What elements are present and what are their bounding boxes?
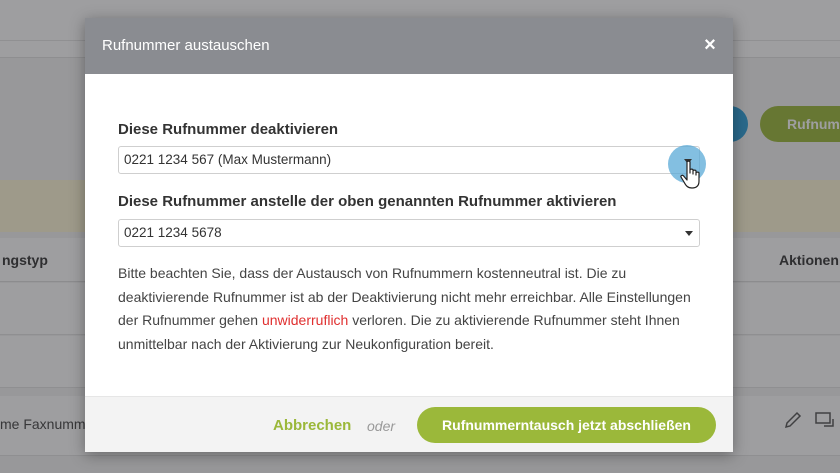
dialog-footer: Abbrechen oder Rufnummerntausch jetzt ab… bbox=[85, 396, 733, 452]
deactivate-label: Diese Rufnummer deaktivieren bbox=[118, 121, 339, 138]
close-icon[interactable]: × bbox=[699, 34, 721, 56]
chevron-down-icon bbox=[685, 231, 693, 236]
activate-number-select[interactable]: 0221 1234 5678 bbox=[118, 219, 700, 247]
or-separator: oder bbox=[367, 418, 396, 434]
dialog-header: Rufnummer austauschen × bbox=[85, 18, 733, 74]
deactivate-number-value: 0221 1234 567 (Max Mustermann) bbox=[124, 152, 332, 167]
cancel-link[interactable]: Abbrechen bbox=[273, 417, 351, 434]
hand-cursor-icon bbox=[680, 160, 700, 189]
deactivate-number-select[interactable]: 0221 1234 567 (Max Mustermann) bbox=[118, 146, 700, 174]
activate-label: Diese Rufnummer anstelle der oben genann… bbox=[118, 193, 617, 210]
exchange-number-dialog: Rufnummer austauschen × Diese Rufnummer … bbox=[85, 18, 733, 452]
confirm-exchange-button[interactable]: Rufnummerntausch jetzt abschließen bbox=[417, 407, 716, 443]
activate-number-value: 0221 1234 5678 bbox=[124, 225, 222, 240]
info-warning: unwiderruflich bbox=[261, 312, 349, 328]
info-text: Bitte beachten Sie, dass der Austausch v… bbox=[118, 262, 708, 356]
dialog-title: Rufnummer austauschen bbox=[102, 37, 270, 54]
